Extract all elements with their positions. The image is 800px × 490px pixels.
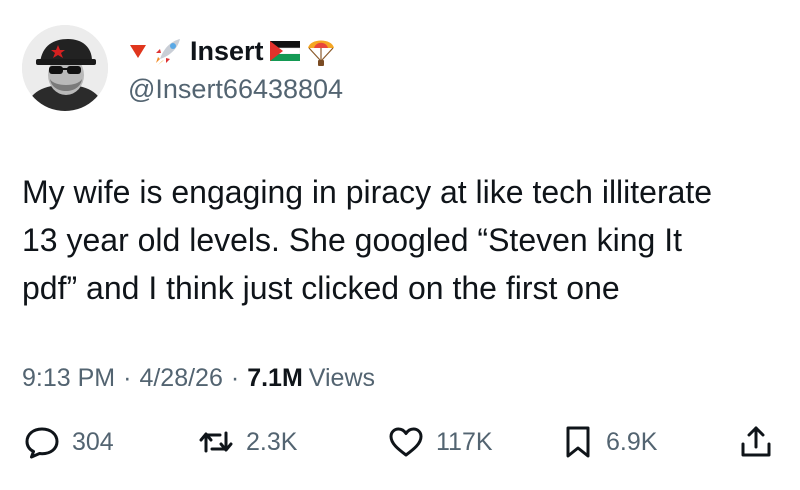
author-display-name[interactable]: Insert bbox=[190, 36, 264, 67]
parachute-icon bbox=[304, 34, 338, 68]
share-button[interactable] bbox=[736, 418, 776, 466]
tweet-text: My wife is engaging in piracy at like te… bbox=[22, 174, 713, 306]
red-triangle-down-icon bbox=[128, 41, 148, 61]
reply-count: 304 bbox=[72, 427, 114, 456]
views-label: Views bbox=[308, 363, 376, 392]
tweet-date[interactable]: 4/28/26 bbox=[139, 364, 222, 393]
meta-separator: · bbox=[230, 363, 240, 392]
views-count: 7.1M bbox=[247, 363, 303, 392]
bookmark-icon bbox=[560, 422, 596, 462]
author-name-row[interactable]: Insert bbox=[128, 33, 338, 69]
reply-button[interactable]: 304 bbox=[22, 418, 114, 466]
avatar-image bbox=[22, 25, 108, 111]
share-icon bbox=[736, 422, 776, 462]
heart-icon bbox=[386, 422, 426, 462]
palestine-flag-icon bbox=[269, 41, 300, 61]
repost-icon bbox=[196, 422, 236, 462]
rocket-icon bbox=[152, 35, 184, 67]
author-handle[interactable]: @Insert66438804 bbox=[128, 74, 343, 105]
meta-separator: · bbox=[123, 363, 132, 392]
bookmark-count: 6.9K bbox=[606, 427, 658, 456]
avatar[interactable] bbox=[22, 25, 108, 111]
tweet-meta: 9:13 PM · 4/28/26 · 7.1M Views bbox=[22, 358, 375, 398]
repost-count: 2.3K bbox=[246, 427, 298, 456]
reply-icon bbox=[22, 422, 62, 462]
action-bar: 304 2.3K 117K 6.9K bbox=[0, 418, 800, 466]
like-count: 117K bbox=[436, 427, 493, 456]
like-button[interactable]: 117K bbox=[386, 418, 493, 466]
tweet-time[interactable]: 9:13 PM bbox=[22, 364, 115, 393]
repost-button[interactable]: 2.3K bbox=[196, 418, 297, 466]
bookmark-button[interactable]: 6.9K bbox=[560, 418, 657, 466]
